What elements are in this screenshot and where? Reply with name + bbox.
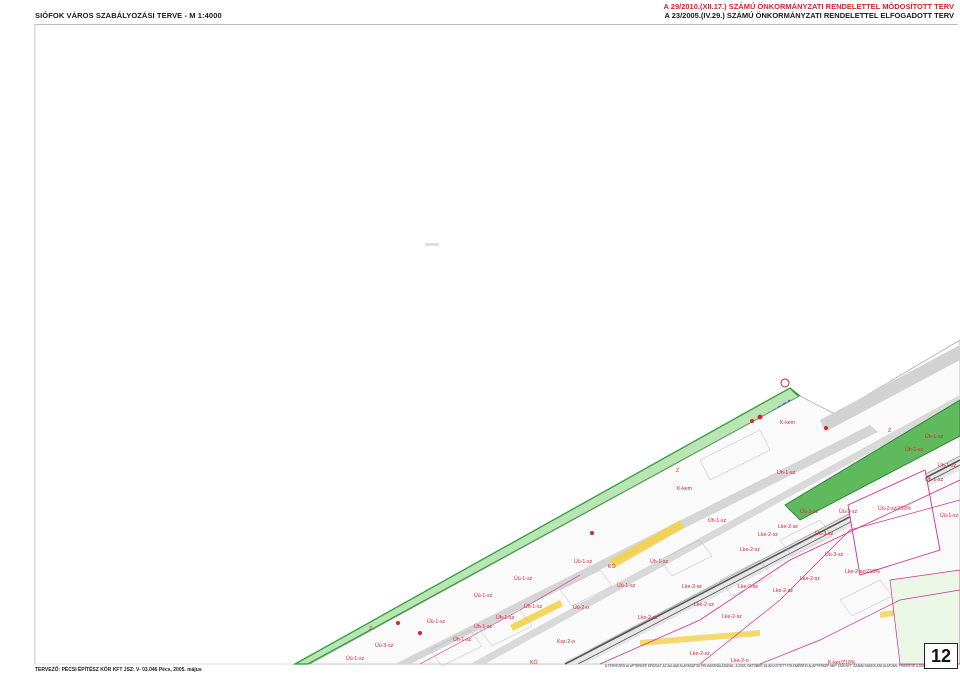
zone-label[interactable]: Lke-2-sz — [758, 532, 778, 538]
zone-label[interactable]: Üü-1-sz — [574, 558, 593, 565]
zone-label[interactable]: Üü-3-sz — [375, 642, 394, 649]
zone-label[interactable]: Lke-2-sz — [800, 576, 820, 582]
zone-label[interactable]: Üh-1-sz — [905, 446, 924, 453]
zone-label[interactable]: Ksz-2-o — [557, 639, 575, 645]
zone-label[interactable]: KÖ — [608, 563, 616, 570]
zone-label[interactable]: Z — [369, 626, 372, 632]
zone-label[interactable]: Lke-2-sz — [722, 614, 742, 620]
zone-label[interactable]: Z — [888, 428, 891, 434]
zone-label[interactable]: Üh-1-sz — [925, 433, 944, 440]
zone-label[interactable]: Lke-2-sz — [773, 588, 793, 594]
zone-label[interactable]: Üh-1-sz — [474, 623, 493, 630]
zone-label[interactable]: Üh-1-sz — [650, 558, 669, 565]
basemap-note: A TERVEZÉSI ALAPTÉRKÉP KÉSZÜLT AZ ÁLLAMI… — [604, 664, 956, 668]
designer-credit: TERVEZŐ: PÉCSI ÉPÍTÉSZ KÖR KFT JSZ: V- 0… — [35, 667, 202, 673]
zone-label[interactable]: Üü-2-sz/Z10% — [878, 505, 912, 512]
zone-label[interactable]: Üü-3-sz — [800, 508, 819, 515]
zone-label[interactable]: Lke-2-sz — [738, 584, 758, 590]
zone-label[interactable]: Üü-1-sz — [474, 592, 493, 599]
zone-label[interactable]: Üü-3-sz — [825, 551, 844, 558]
zone-label[interactable]: Üü-1-sz — [617, 582, 636, 589]
zone-label[interactable]: Üh-1-sz — [708, 517, 727, 524]
zone-label[interactable]: Üh-1-sz — [453, 636, 472, 643]
zone-label[interactable]: Lke-2-sz — [740, 547, 760, 553]
zone-label[interactable]: Lke-2-sz — [694, 602, 714, 608]
zone-label[interactable]: Lke-2-sz — [682, 584, 702, 590]
zone-label[interactable]: K-kem — [780, 420, 795, 426]
zone-label[interactable]: K-kem — [677, 486, 692, 492]
zone-label[interactable]: Z — [676, 468, 679, 474]
zone-label[interactable]: Üh-1-sz — [496, 614, 515, 621]
zone-label[interactable]: Lke-2-sz/Z10% — [845, 569, 880, 575]
zone-label[interactable]: Lke-2-sz — [690, 651, 710, 657]
zone-label[interactable]: Lke-2-sz — [778, 524, 798, 530]
zone-label[interactable]: Üü-1-sz — [427, 618, 446, 625]
zone-label[interactable]: Üh-1-sz — [938, 462, 957, 469]
regulation-map[interactable]: K-kem K-kem Z Z Z Üh-1-sz Üh-1-sz Üh-1-s… — [0, 0, 960, 673]
zone-label[interactable]: Üh-1-sz — [524, 603, 543, 610]
zone-label[interactable]: Üü-3-sz — [815, 530, 834, 537]
built-area — [309, 339, 960, 667]
zone-label[interactable]: Üü-1-sz — [346, 655, 365, 662]
sheet-number-box: 12 — [924, 643, 958, 669]
zone-label[interactable]: Üü-1-sz — [514, 575, 533, 582]
zone-label[interactable]: Üü-2-o — [573, 604, 589, 611]
zone-label[interactable]: Üü-3-sz — [839, 508, 858, 515]
zone-label[interactable]: Üh-1-sz — [925, 476, 944, 483]
zone-label[interactable]: Üü-1-sz — [940, 512, 959, 519]
stray-map-note — [425, 243, 439, 246]
zone-label[interactable]: KÖ — [530, 659, 538, 666]
zone-label[interactable]: Lke-2-sz — [638, 615, 658, 621]
sheet-number: 12 — [930, 645, 952, 666]
zone-label[interactable]: Üh-1-sz — [777, 469, 796, 476]
